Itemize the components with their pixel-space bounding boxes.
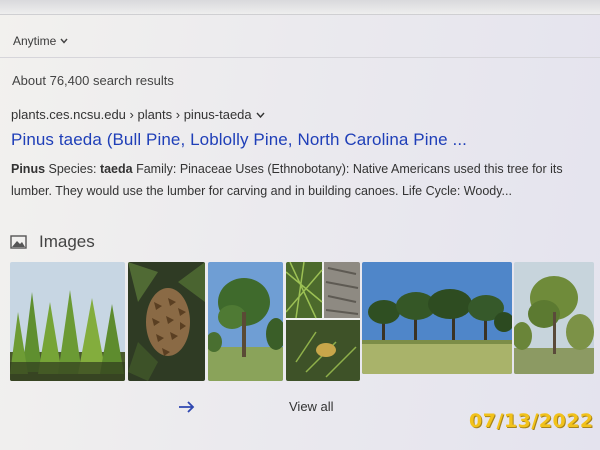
- image-thumbnail-1[interactable]: [10, 262, 125, 381]
- results-count: About 76,400 search results: [12, 73, 174, 88]
- top-bar: [0, 0, 600, 15]
- view-all-images-button[interactable]: View all: [170, 392, 440, 422]
- snippet-bold-genus: Pinus: [11, 162, 46, 176]
- chevron-down-icon[interactable]: [256, 112, 265, 118]
- result-title-link[interactable]: Pinus taeda (Bull Pine, Loblolly Pine, N…: [11, 130, 596, 150]
- images-section-header: Images: [10, 232, 95, 252]
- image-thumbnail-5[interactable]: [362, 262, 512, 374]
- image-thumbnail-6[interactable]: [514, 262, 594, 374]
- view-all-label: View all: [289, 399, 334, 414]
- image-thumbnail-4[interactable]: [286, 262, 360, 381]
- search-result: plants.ces.ncsu.edu › plants › pinus-tae…: [11, 107, 596, 202]
- time-filter-dropdown[interactable]: Anytime: [13, 34, 68, 48]
- image-icon: [10, 235, 27, 249]
- images-heading: Images: [39, 232, 95, 251]
- snippet-bold-species: taeda: [99, 162, 133, 176]
- image-strip: [10, 262, 600, 382]
- time-filter-label: Anytime: [13, 34, 57, 48]
- arrow-right-icon: [179, 401, 195, 413]
- filter-divider: [0, 57, 600, 58]
- image-thumbnail-3[interactable]: [208, 262, 283, 381]
- snippet-text-1: Species:: [45, 162, 100, 176]
- result-snippet: Pinus Species: taeda Family: Pinaceae Us…: [11, 158, 596, 202]
- breadcrumb-text: plants.ces.ncsu.edu › plants › pinus-tae…: [11, 107, 252, 122]
- result-breadcrumb[interactable]: plants.ces.ncsu.edu › plants › pinus-tae…: [11, 107, 596, 122]
- date-watermark: 07/13/2022: [469, 410, 594, 432]
- image-thumbnail-2[interactable]: [128, 262, 205, 381]
- chevron-down-icon: [60, 38, 68, 44]
